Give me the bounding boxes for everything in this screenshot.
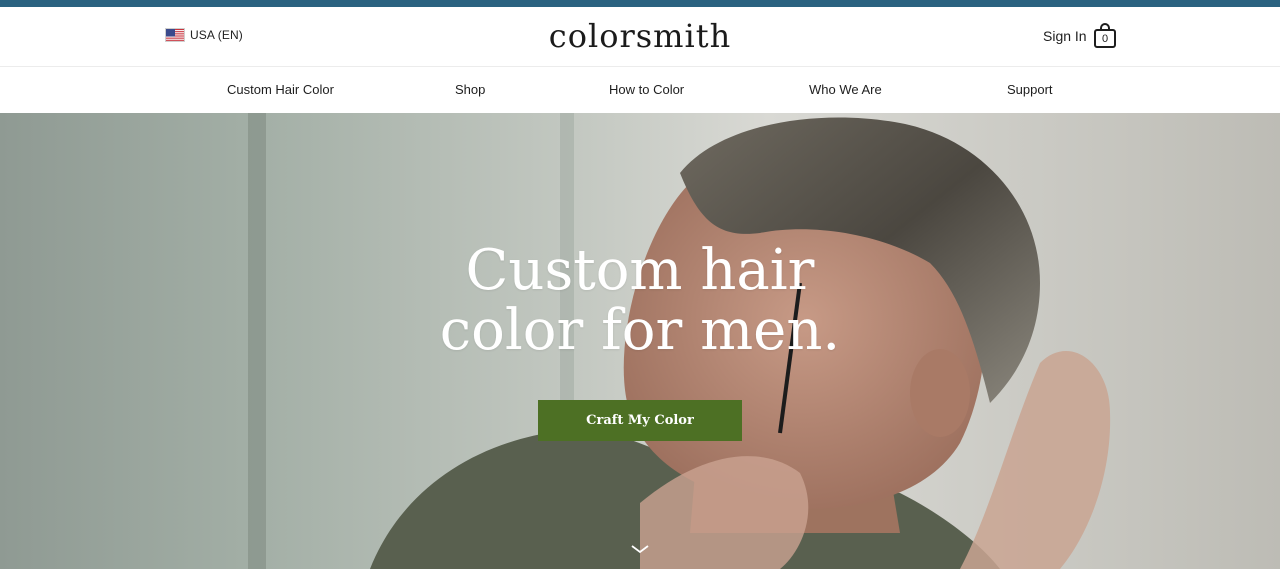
site-header: USA (EN) colorsmith Sign In 0 [0,7,1280,67]
top-accent-bar [0,0,1280,7]
hero-headline-line-1: Custom hair [465,238,815,303]
hero-headline-line-2: color for men. [439,298,841,363]
sign-in-link[interactable]: Sign In [1043,28,1087,44]
hero-headline: Custom hair color for men. [0,241,1280,361]
cart-count-badge: 0 [1101,33,1109,45]
craft-my-color-button[interactable]: Craft My Color [538,400,742,441]
main-navigation: Custom Hair Color Shop How to Color Who … [0,67,1280,113]
chevron-down-icon[interactable] [630,543,650,555]
nav-item-shop[interactable]: Shop [455,82,485,97]
brand-logo[interactable]: colorsmith [0,17,1280,55]
nav-item-custom-hair-color[interactable]: Custom Hair Color [227,82,334,97]
nav-item-support[interactable]: Support [1007,82,1053,97]
nav-item-who-we-are[interactable]: Who We Are [809,82,882,97]
cart-button[interactable]: 0 [1093,22,1117,50]
nav-item-how-to-color[interactable]: How to Color [609,82,684,97]
hero-banner: Custom hair color for men. Craft My Colo… [0,113,1280,569]
